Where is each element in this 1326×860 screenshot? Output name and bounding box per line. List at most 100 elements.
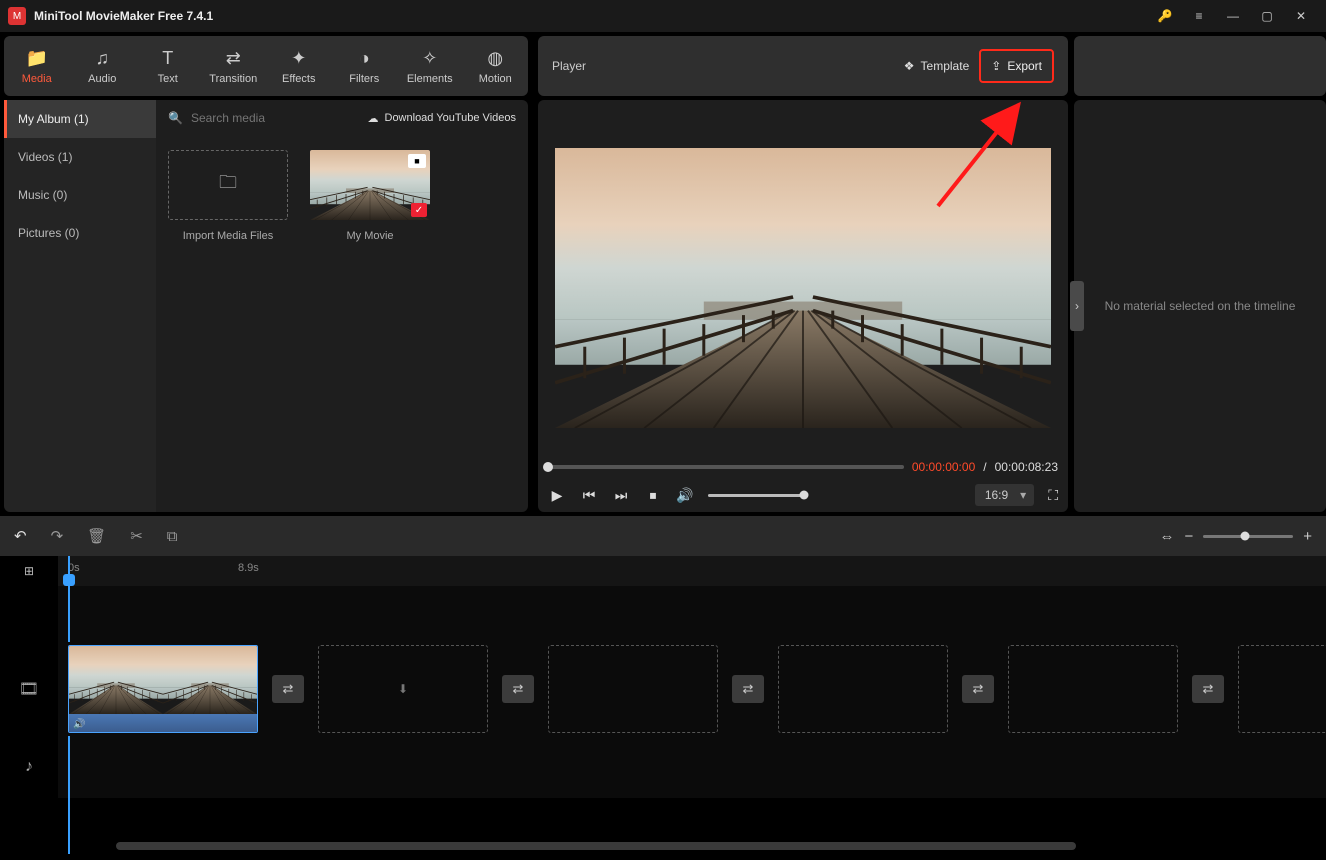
timeline-scrollbar[interactable] — [116, 842, 1316, 850]
empty-clip-slot[interactable] — [1008, 645, 1178, 733]
album-list: My Album (1) Videos (1) Music (0) Pictur… — [4, 100, 156, 512]
play-button[interactable]: ▶ — [548, 487, 566, 504]
import-label: Import Media Files — [183, 230, 273, 242]
clip-audio-icon: 🔊 — [73, 719, 85, 730]
tab-transition[interactable]: ⇄ Transition — [201, 36, 267, 96]
transition-slot[interactable]: ⇄ — [732, 675, 764, 703]
time-separator: / — [983, 460, 986, 474]
zoom-out-button[interactable]: − — [1184, 528, 1193, 545]
panel-collapse-handle[interactable]: › — [1070, 281, 1084, 331]
player-title: Player — [552, 59, 894, 73]
video-track-icon: 🎞 — [0, 642, 58, 736]
tab-media[interactable]: 📁 Media — [4, 36, 70, 96]
album-music[interactable]: Music (0) — [4, 176, 156, 214]
export-button[interactable]: ⇪ Export — [979, 49, 1054, 83]
motion-icon: ◍ — [487, 48, 503, 69]
timeline-clip[interactable]: 🔊 — [68, 645, 258, 733]
properties-header — [1074, 36, 1326, 96]
template-button[interactable]: ❖ Template — [904, 59, 969, 73]
crop-button[interactable]: ⧉ — [167, 528, 178, 545]
add-track-button[interactable]: ⊞ — [0, 556, 58, 586]
import-media-tile[interactable]: 🗀 Import Media Files — [168, 150, 288, 242]
seek-slider[interactable] — [548, 465, 904, 469]
zoom-slider[interactable] — [1203, 535, 1293, 538]
add-clip-icon: ⬇ — [398, 682, 408, 696]
menu-icon[interactable]: ≡ — [1182, 0, 1216, 32]
filters-icon: ◑ — [359, 48, 370, 69]
tab-motion[interactable]: ◍ Motion — [463, 36, 529, 96]
transition-icon: ⇄ — [226, 48, 241, 69]
empty-clip-slot[interactable] — [548, 645, 718, 733]
text-icon: T — [162, 48, 173, 69]
cloud-download-icon: ☁ — [368, 112, 379, 125]
check-badge-icon: ✓ — [411, 203, 427, 217]
fullscreen-button[interactable]: ⛶ — [1048, 487, 1058, 504]
video-track[interactable]: 🔊 ⇄ ⬇ ⇄ ⇄ ⇄ ⇄ — [58, 642, 1326, 736]
tab-elements[interactable]: ✧ Elements — [397, 36, 463, 96]
audio-icon: ♫ — [96, 48, 110, 69]
tab-label: Transition — [209, 73, 257, 85]
music-track[interactable] — [58, 736, 1326, 798]
media-area: 🔍 ☁ Download YouTube Videos 🗀 Import Med… — [156, 100, 528, 512]
layers-icon: ❖ — [904, 59, 915, 73]
tab-label: Elements — [407, 73, 453, 85]
app-title: MiniTool MovieMaker Free 7.4.1 — [34, 9, 213, 23]
playback-timebar: 00:00:00:00 / 00:00:08:23 — [548, 460, 1058, 474]
volume-slider[interactable] — [708, 494, 804, 497]
titlebar: M MiniTool MovieMaker Free 7.4.1 🔑 ≡ — ▢… — [0, 0, 1326, 32]
app-logo: M — [8, 7, 26, 25]
album-my-album[interactable]: My Album (1) — [4, 100, 156, 138]
empty-clip-slot[interactable]: ⬇ — [318, 645, 488, 733]
volume-icon[interactable]: 🔊 — [676, 487, 694, 504]
tab-label: Text — [158, 73, 178, 85]
minimize-button[interactable]: — — [1216, 0, 1250, 32]
stop-button[interactable]: ⏹ — [644, 487, 662, 504]
tab-audio[interactable]: ♫ Audio — [70, 36, 136, 96]
search-input[interactable] — [191, 111, 360, 125]
key-icon[interactable]: 🔑 — [1148, 0, 1182, 32]
undo-button[interactable]: ↶ — [14, 527, 27, 545]
tab-label: Motion — [479, 73, 512, 85]
aspect-ratio-select[interactable]: 16:9 — [975, 484, 1034, 506]
fit-timeline-button[interactable]: ⇔ — [1159, 528, 1174, 545]
transition-slot[interactable]: ⇄ — [1192, 675, 1224, 703]
preview-viewport — [548, 126, 1058, 450]
empty-clip-slot[interactable] — [778, 645, 948, 733]
tab-effects[interactable]: ✦ Effects — [266, 36, 332, 96]
tool-tabs: 📁 Media ♫ Audio T Text ⇄ Transition ✦ Ef… — [4, 36, 528, 96]
maximize-button[interactable]: ▢ — [1250, 0, 1284, 32]
next-frame-button[interactable]: ⏭ — [612, 487, 630, 504]
elements-icon: ✧ — [422, 48, 437, 69]
tab-text[interactable]: T Text — [135, 36, 201, 96]
properties-panel: › No material selected on the timeline — [1074, 100, 1326, 512]
split-button[interactable]: ✂ — [130, 527, 143, 545]
video-badge-icon: ■ — [408, 154, 426, 168]
transition-slot[interactable]: ⇄ — [272, 675, 304, 703]
delete-button[interactable]: 🗑 — [87, 527, 106, 545]
folder-icon: 🗀 — [219, 170, 237, 200]
effects-icon: ✦ — [291, 48, 306, 69]
transition-slot[interactable]: ⇄ — [502, 675, 534, 703]
tab-label: Effects — [282, 73, 315, 85]
tab-label: Audio — [88, 73, 116, 85]
media-clip-tile[interactable]: ■ ✓ My Movie — [310, 150, 430, 242]
zoom-in-button[interactable]: + — [1303, 528, 1312, 545]
prev-frame-button[interactable]: ⏮ — [580, 487, 598, 504]
timeline-toolbar: ↶ ↷ 🗑 ✂ ⧉ ⇔ − + — [0, 516, 1326, 556]
download-youtube-button[interactable]: ☁ Download YouTube Videos — [368, 112, 517, 125]
album-pictures[interactable]: Pictures (0) — [4, 214, 156, 252]
tab-filters[interactable]: ◑ Filters — [332, 36, 398, 96]
music-track-icon: ♪ — [0, 736, 58, 798]
transition-slot[interactable]: ⇄ — [962, 675, 994, 703]
tab-label: Media — [22, 73, 52, 85]
media-icon: 📁 — [26, 48, 48, 69]
close-button[interactable]: ✕ — [1284, 0, 1318, 32]
export-icon: ⇪ — [991, 59, 1001, 73]
timeline-ruler[interactable]: 0s 8.9s — [58, 556, 1326, 586]
timeline: ⊞ 🎞 ♪ 0s 8.9s 🔊 ⇄ ⬇ ⇄ ⇄ ⇄ — [0, 556, 1326, 854]
preview-panel: 00:00:00:00 / 00:00:08:23 ▶ ⏮ ⏭ ⏹ 🔊 16:9… — [538, 100, 1068, 512]
redo-button[interactable]: ↷ — [51, 527, 64, 545]
album-videos[interactable]: Videos (1) — [4, 138, 156, 176]
empty-clip-slot[interactable] — [1238, 645, 1326, 733]
overlay-track[interactable] — [58, 586, 1326, 642]
